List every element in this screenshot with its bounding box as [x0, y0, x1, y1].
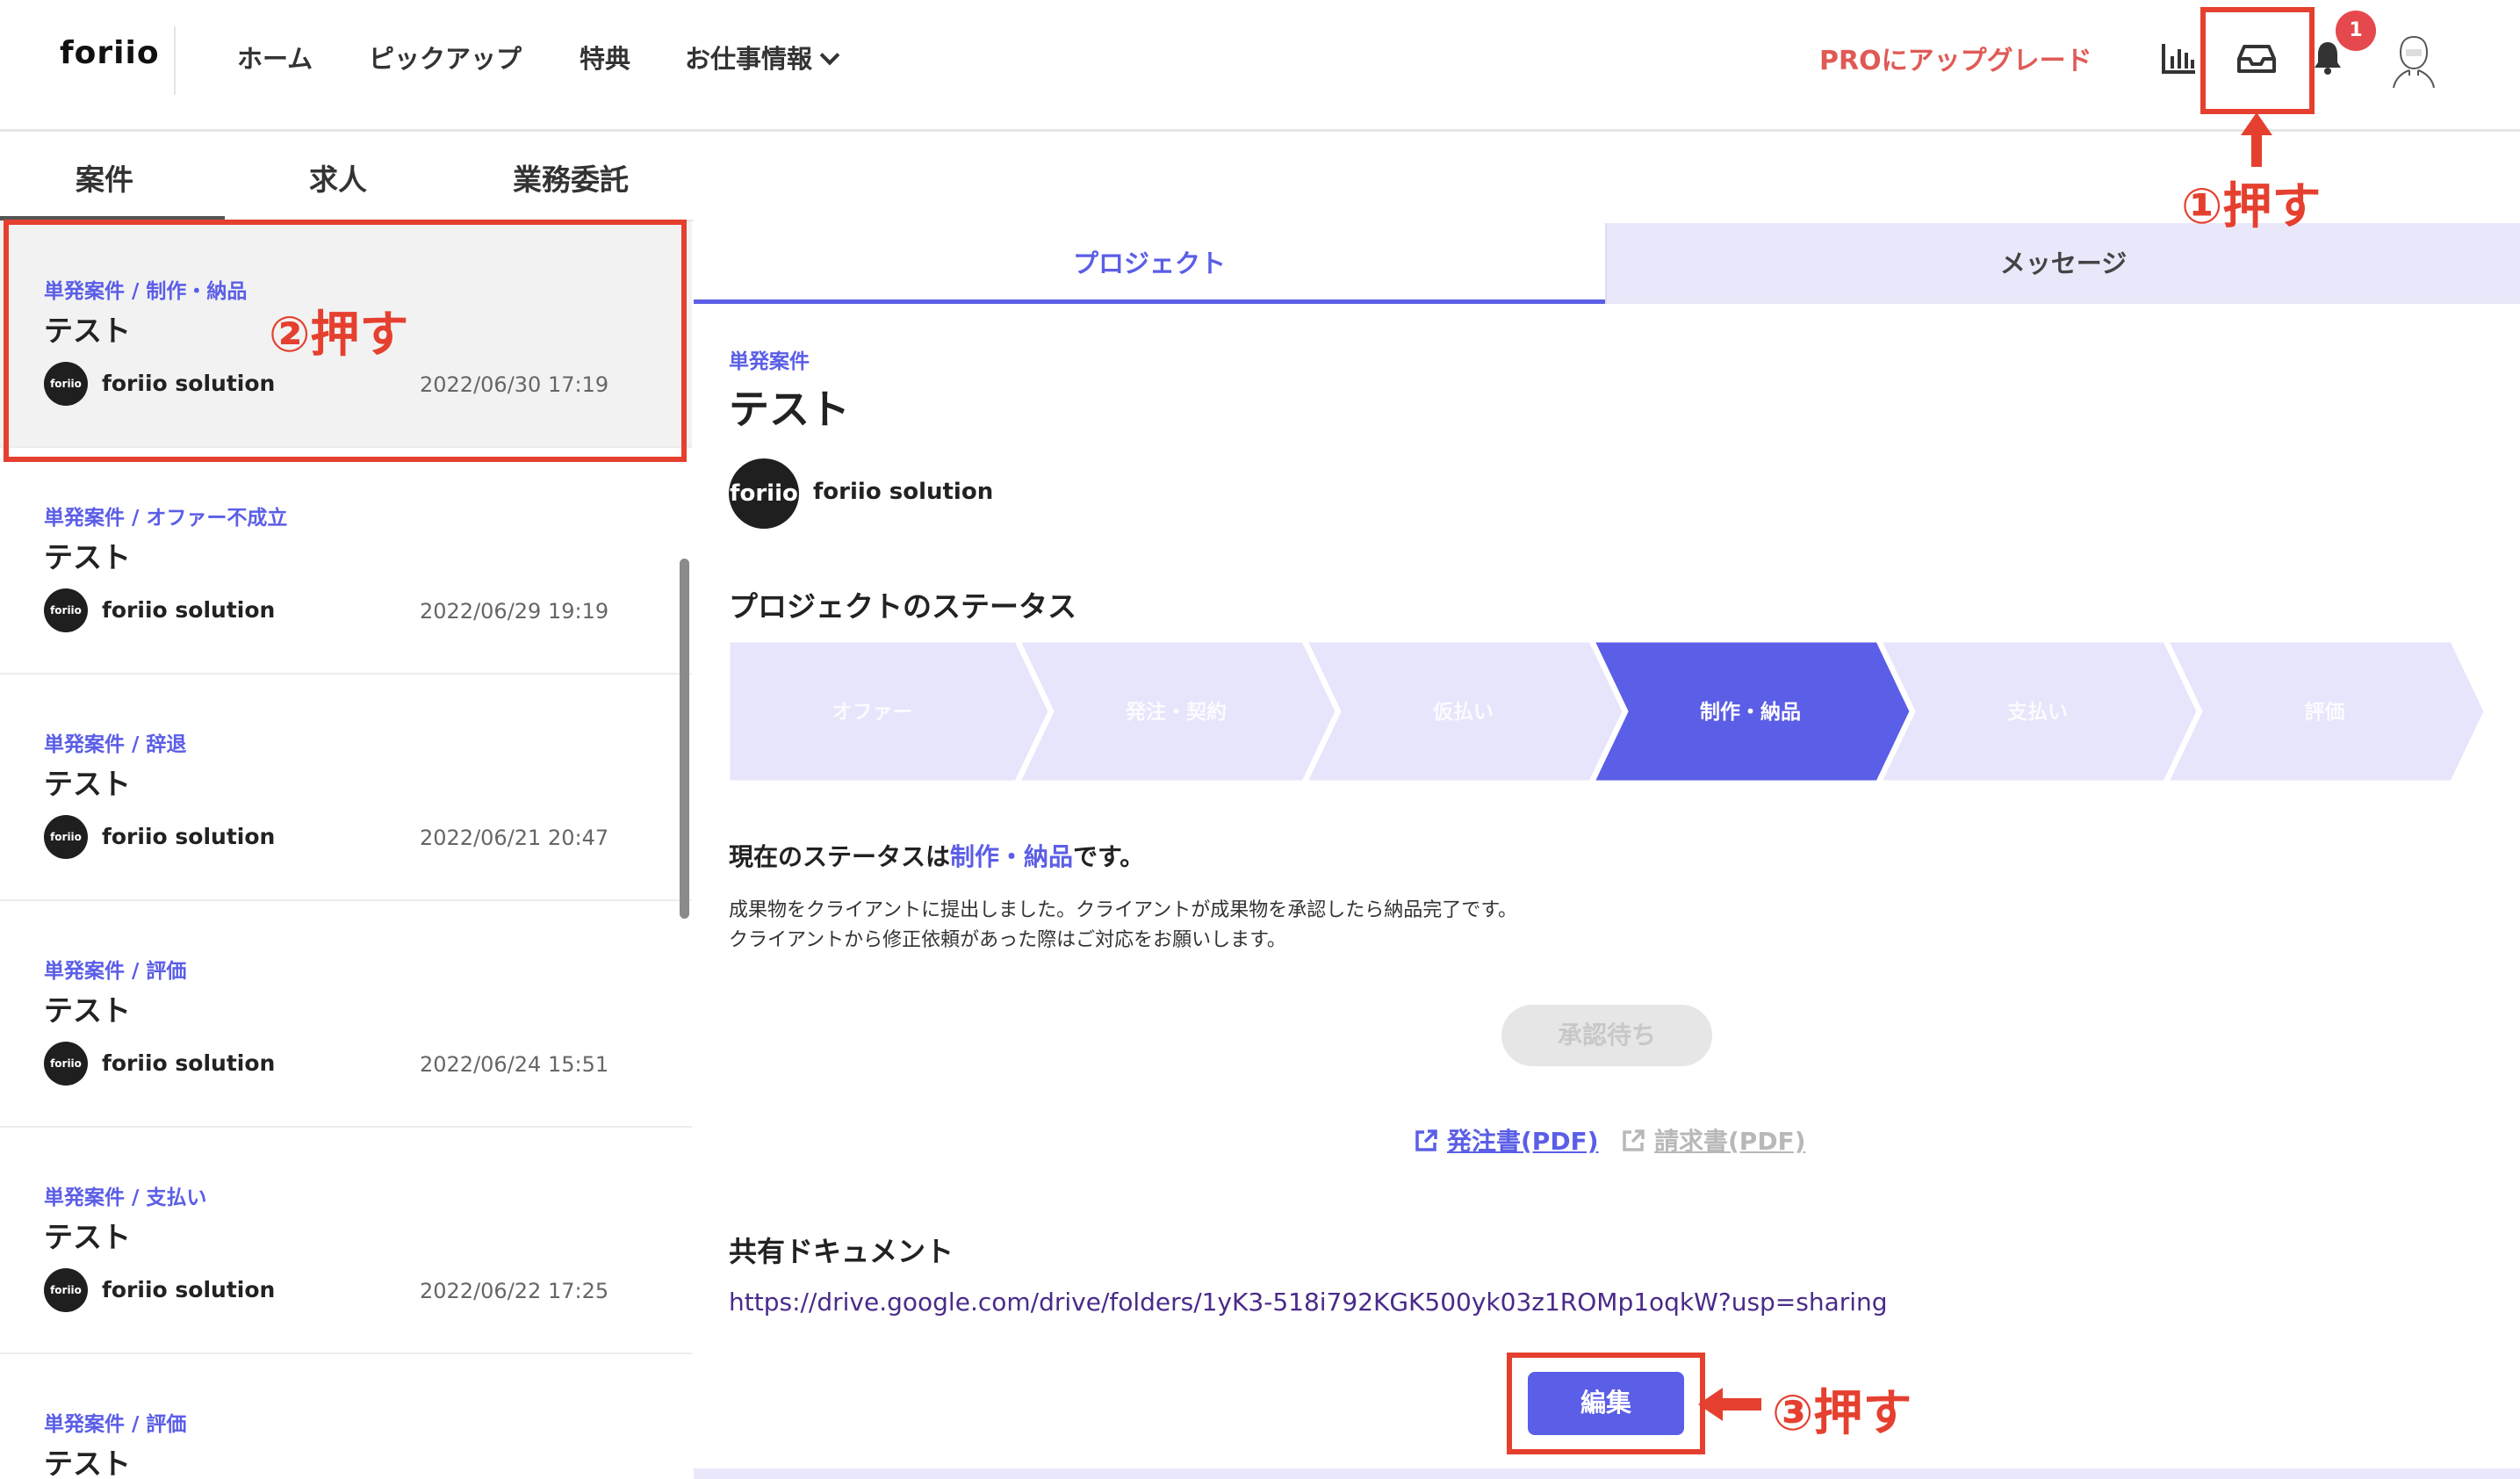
project-company[interactable]: foriio solution — [813, 479, 993, 505]
invoice-pdf-link: 請求書(PDF) — [1621, 1122, 1806, 1158]
current-status-prefix: 現在のステータスは — [729, 842, 951, 871]
list-item-category: 単発案件 / 辞退 — [44, 733, 187, 756]
project-type: 単発案件 — [729, 350, 810, 373]
list-item-title: テスト — [44, 993, 131, 1028]
list-item-company: foriio solution — [102, 1277, 276, 1302]
list-item-category: 単発案件 / 支払い — [44, 1187, 207, 1209]
list-item-date: 2022/06/22 17:25 — [420, 1279, 609, 1303]
avatar[interactable] — [2387, 32, 2441, 90]
status-step-label: 制作・納品 — [1700, 700, 1801, 724]
nav-pickup[interactable]: ピックアップ — [369, 39, 522, 76]
status-stepper: オファー 発注・契約 仮払い 制作・納品 支払い 評価 — [729, 639, 2485, 783]
bell-icon[interactable] — [2313, 39, 2343, 76]
nav-jobs-label: お仕事情報 — [685, 44, 813, 74]
status-step-label: 仮払い — [1432, 701, 1494, 724]
list-item-title: テスト — [44, 1220, 131, 1254]
logo-divider — [174, 26, 176, 95]
list-item-title: テスト — [44, 767, 131, 801]
status-step-label: オファー — [832, 701, 913, 724]
list-item-category: 単発案件 / 評価 — [44, 960, 187, 983]
list-item-date: 2022/06/24 15:51 — [420, 1052, 609, 1077]
chevron-down-icon — [819, 45, 840, 66]
list-item[interactable]: 単発案件 / 辞退 テスト foriio foriio solution 202… — [0, 675, 692, 901]
company-avatar: foriio — [44, 1042, 88, 1086]
list-item-title: テスト — [44, 1447, 131, 1479]
list-item[interactable]: 単発案件 / 支払い テスト foriio foriio solution 20… — [0, 1128, 692, 1354]
nav-perks[interactable]: 特典 — [580, 39, 630, 76]
list-item-company: foriio solution — [102, 824, 276, 849]
logo[interactable]: foriio — [60, 35, 160, 71]
project-title: テスト — [729, 386, 850, 433]
tab-message[interactable]: メッセージ — [1605, 223, 2520, 304]
invoice-label: 請求書(PDF) — [1654, 1127, 1806, 1156]
company-avatar: foriio — [44, 1268, 88, 1312]
pro-upgrade-link[interactable]: PROにアップグレード — [1819, 39, 2092, 77]
status-description-line: クライアントから修正依頼があった際はご対応をお願いします。 — [729, 929, 1286, 951]
purchase-order-pdf-link[interactable]: 発注書(PDF) — [1414, 1122, 1599, 1158]
list-item-company: foriio solution — [102, 1050, 276, 1076]
nav-jobs[interactable]: お仕事情報 — [685, 39, 840, 76]
current-status: 現在のステータスは制作・納品です。 — [729, 838, 1144, 873]
list-item-date: 2022/06/29 19:19 — [420, 599, 609, 624]
stats-icon[interactable] — [2160, 42, 2197, 76]
annotation-arrow-left-icon — [1698, 1388, 1761, 1421]
list-item-title: テスト — [44, 540, 131, 574]
list-item[interactable]: 単発案件 / オファー不成立 テスト foriio foriio solutio… — [0, 448, 692, 675]
list-item-company: foriio solution — [102, 597, 276, 623]
purchase-order-label: 発注書(PDF) — [1447, 1127, 1599, 1156]
status-step-label: 支払い — [2006, 701, 2068, 724]
tab-recruitment[interactable]: 求人 — [309, 156, 367, 198]
nav-home[interactable]: ホーム — [237, 39, 313, 76]
bottom-strip — [694, 1468, 2520, 1479]
list-scrollbar[interactable] — [680, 559, 689, 919]
list-item-category: 単発案件 / 評価 — [44, 1413, 187, 1436]
current-status-suffix: です。 — [1073, 842, 1145, 871]
annotation-step2: ②押す — [269, 307, 409, 364]
shared-docs-link[interactable]: https://drive.google.com/drive/folders/1… — [729, 1288, 1888, 1317]
current-status-value: 制作・納品 — [950, 842, 1074, 871]
status-step-label: 評価 — [2305, 700, 2345, 724]
annotation-box-inbox — [2200, 7, 2315, 114]
awaiting-approval-button: 承認待ち — [1501, 1005, 1712, 1066]
list-item[interactable]: 単発案件 / 評価 テスト — [0, 1354, 692, 1479]
tab-projects[interactable]: 案件 — [76, 156, 133, 198]
annotation-step1: ①押す — [2181, 178, 2322, 235]
external-link-icon — [1623, 1129, 1645, 1151]
tab-outsourcing[interactable]: 業務委託 — [513, 156, 629, 198]
shared-docs-heading: 共有ドキュメント — [729, 1235, 954, 1268]
status-description-line: 成果物をクライアントに提出しました。クライアントが成果物を承認したら納品完了です… — [729, 899, 1518, 921]
top-header: foriio ホーム ピックアップ 特典 お仕事情報 PROにアップグレード 1 — [0, 0, 2520, 132]
tab-project[interactable]: プロジェクト — [694, 223, 1605, 304]
annotation-arrow-up-icon — [2241, 112, 2272, 167]
notification-badge: 1 — [2336, 11, 2376, 51]
annotation-step3: ③押す — [1772, 1385, 1912, 1442]
list-item[interactable]: 単発案件 / 評価 テスト foriio foriio solution 202… — [0, 901, 692, 1128]
annotation-box-edit — [1507, 1353, 1705, 1454]
status-heading: プロジェクトのステータス — [729, 589, 1076, 624]
company-avatar: foriio — [44, 588, 88, 632]
status-step-label: 発注・契約 — [1125, 700, 1227, 724]
company-avatar: foriio — [729, 458, 799, 529]
external-link-icon — [1415, 1129, 1437, 1151]
company-avatar: foriio — [44, 815, 88, 859]
list-item-date: 2022/06/21 20:47 — [420, 826, 609, 850]
list-item-category: 単発案件 / オファー不成立 — [44, 507, 288, 530]
